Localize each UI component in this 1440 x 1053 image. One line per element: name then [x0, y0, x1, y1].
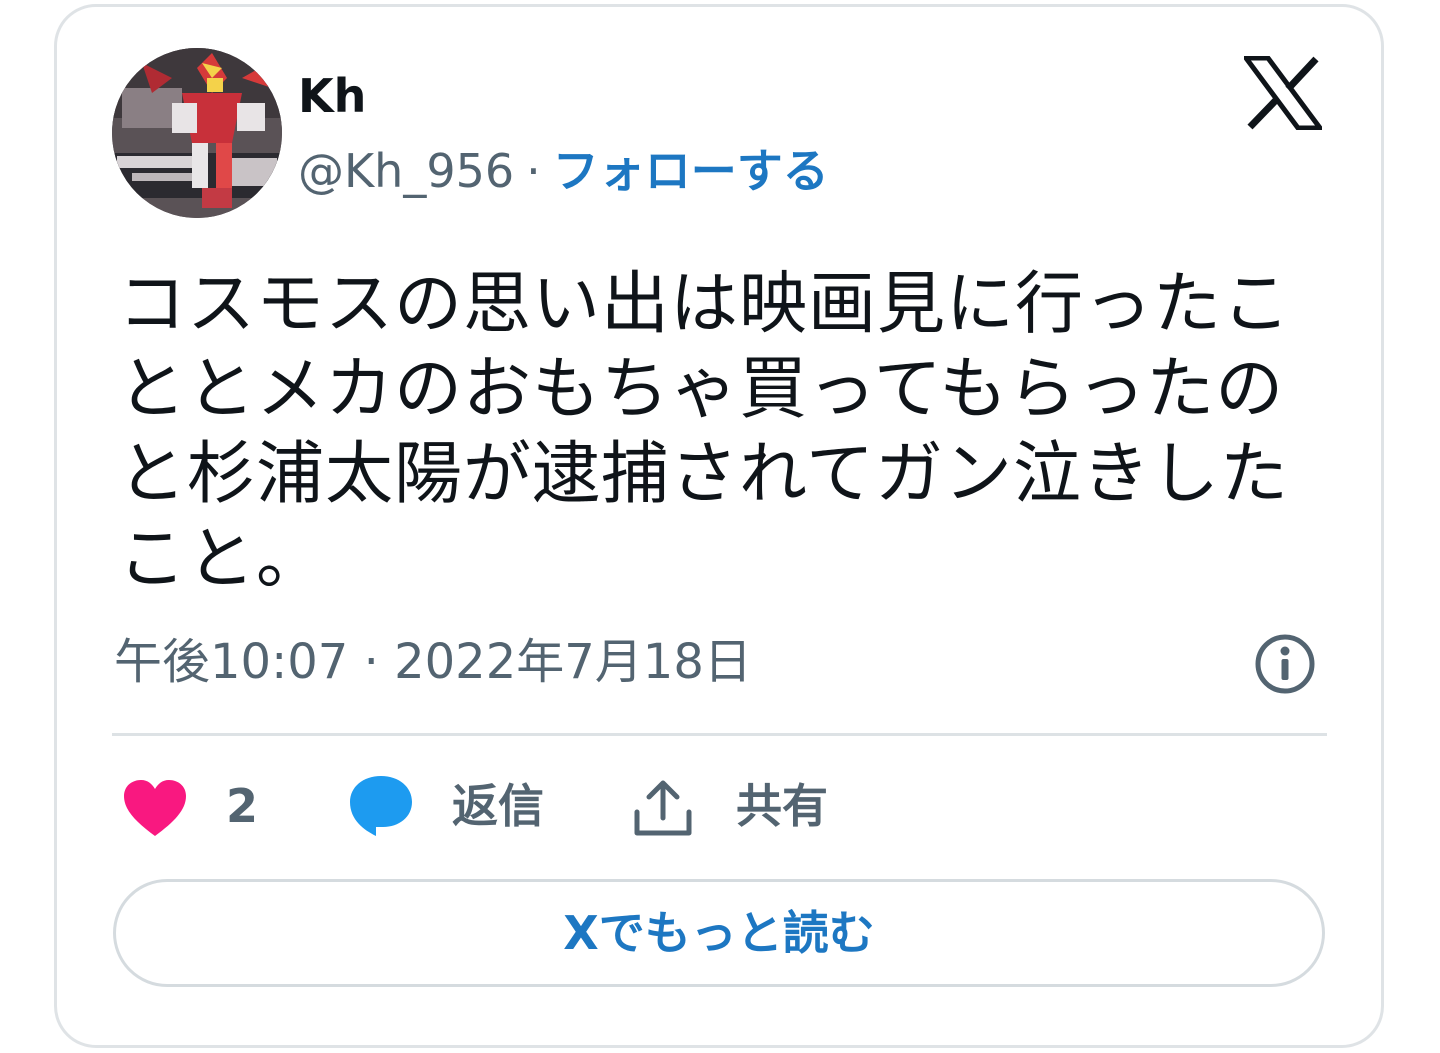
- handle-row: @Kh_956 · フォローする: [298, 142, 829, 200]
- avatar-image: [112, 48, 282, 218]
- reply-label: 返信: [452, 779, 544, 833]
- heart-icon: [124, 780, 186, 836]
- user-handle[interactable]: @Kh_956: [298, 144, 514, 198]
- share-button[interactable]: 共有: [632, 770, 842, 842]
- avatar[interactable]: [112, 48, 282, 218]
- tweet-timestamp[interactable]: 午後10:07 · 2022年7月18日: [114, 630, 752, 694]
- share-upload-icon: [634, 780, 692, 836]
- speech-bubble-icon: [350, 776, 412, 836]
- like-count: 2: [226, 779, 259, 833]
- separator-dot: ·: [526, 144, 541, 198]
- display-name[interactable]: Kh: [298, 68, 366, 124]
- tweet-text: コスモスの思い出は映画見に行ったこととメカのおもちゃ買ってもらったのと杉浦太陽が…: [118, 265, 1292, 599]
- share-label: 共有: [736, 779, 828, 833]
- like-button[interactable]: 2: [122, 770, 262, 842]
- reply-button[interactable]: 返信: [348, 770, 558, 842]
- info-icon[interactable]: [1253, 632, 1317, 696]
- read-more-button[interactable]: Xでもっと読む: [113, 879, 1325, 987]
- divider: [112, 733, 1327, 736]
- x-logo-icon[interactable]: [1241, 55, 1325, 131]
- follow-button[interactable]: フォローする: [553, 144, 829, 198]
